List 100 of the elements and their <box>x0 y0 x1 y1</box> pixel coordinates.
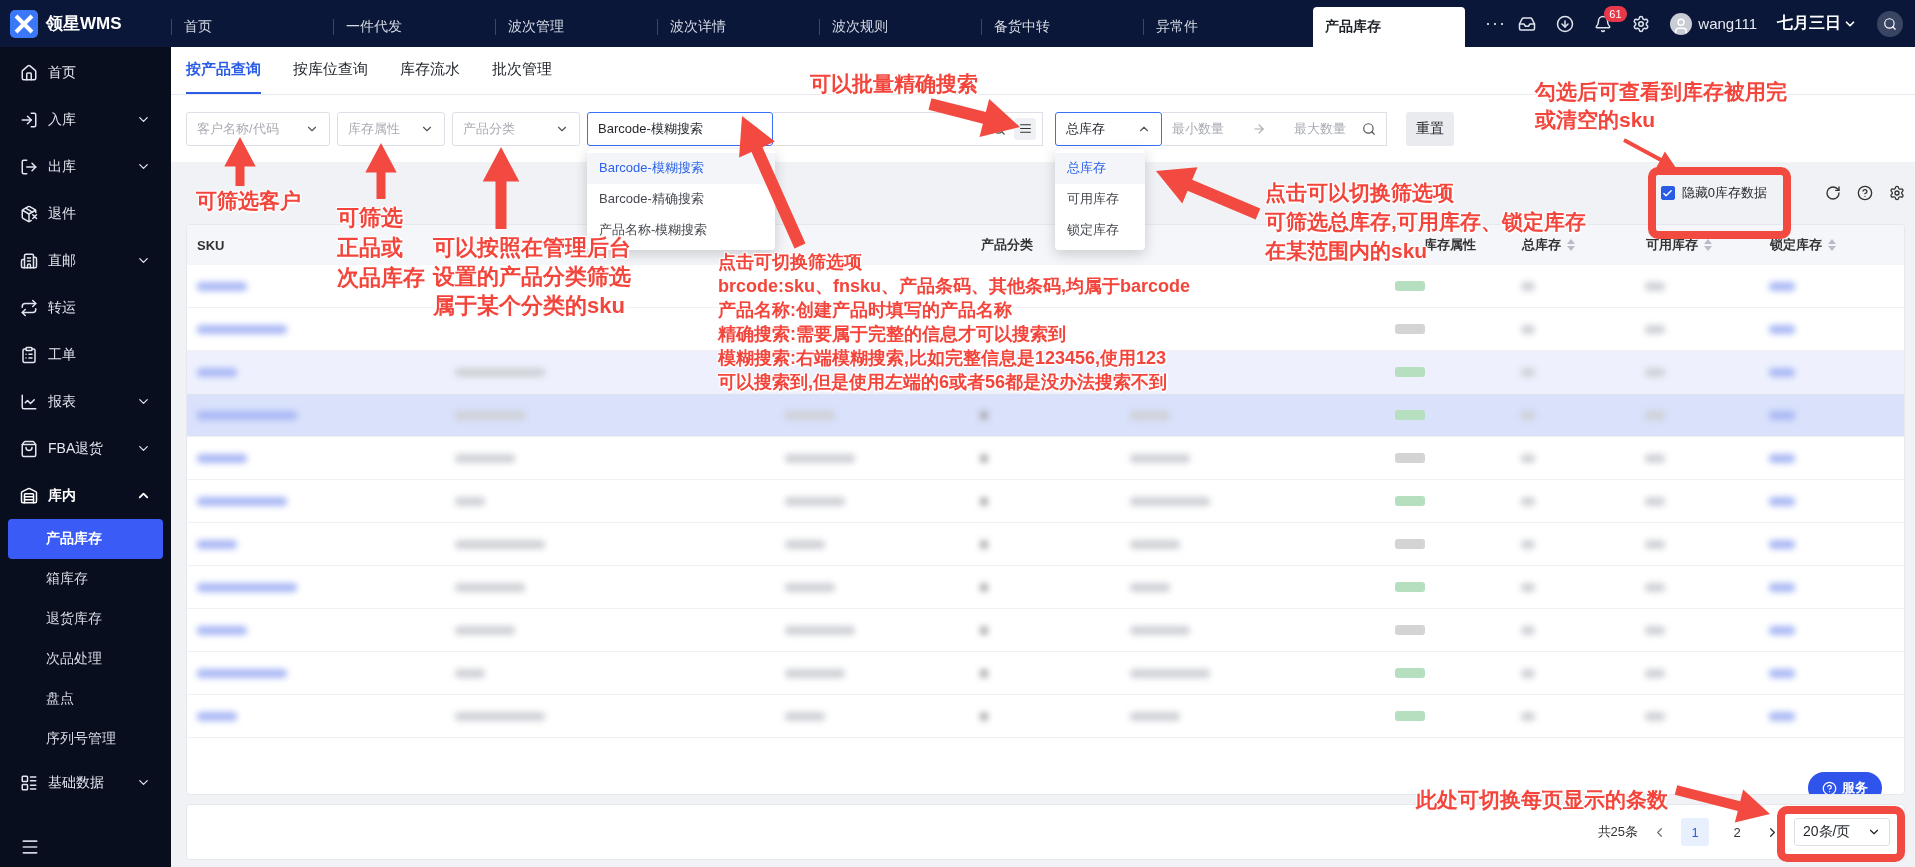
date-menu[interactable]: 七月三日 <box>1777 13 1857 34</box>
list-icon[interactable] <box>1014 117 1036 140</box>
blurred-text <box>455 497 485 506</box>
blurred-text <box>1645 411 1665 420</box>
sidebar-item[interactable]: 首页 <box>0 49 171 96</box>
blurred-text <box>1769 368 1795 377</box>
sidebar-item[interactable]: 直邮 <box>0 237 171 284</box>
inbox-icon[interactable] <box>1518 14 1537 33</box>
blurred-text <box>1130 583 1170 592</box>
sidebar-subitem[interactable]: 盘点 <box>8 679 163 719</box>
annotation-text: 点击可以切换筛选项 <box>1265 180 1454 206</box>
nav-tab[interactable]: 产品库存 <box>1313 7 1465 47</box>
annotation-text: 可筛选 <box>337 204 403 232</box>
sidebar-item[interactable]: 出库 <box>0 143 171 190</box>
blurred-text <box>1769 712 1795 721</box>
page-button[interactable]: 1 <box>1681 818 1709 846</box>
download-icon[interactable] <box>1556 14 1575 33</box>
reset-button[interactable]: 重置 <box>1406 111 1454 146</box>
annotation-text: brcode:sku、fnsku、产品条码、其他条码,均属于barcode <box>718 275 1191 298</box>
sidebar-item[interactable]: 库内 <box>0 472 171 519</box>
sidebar-subitem[interactable]: 序列号管理 <box>8 719 163 759</box>
blurred-text <box>1130 411 1170 420</box>
nav-tab[interactable]: 备货中转 <box>981 19 1143 35</box>
blurred-text <box>1521 669 1535 678</box>
sidebar-item[interactable]: FBA退货 <box>0 425 171 472</box>
repeat-icon <box>20 298 38 317</box>
logo-icon <box>10 9 38 38</box>
blurred-text <box>1769 626 1795 635</box>
help-icon[interactable] <box>1857 185 1873 201</box>
blurred-text <box>197 626 247 635</box>
annotation-text: 可以搜索到,但是使用左端的6或者56都是没办法搜索不到 <box>718 371 1168 394</box>
sidebar-item[interactable]: 退件 <box>0 190 171 237</box>
more-tabs-button[interactable]: ··· <box>1485 13 1506 34</box>
settings-icon[interactable] <box>1889 185 1905 201</box>
blurred-text <box>1130 712 1180 721</box>
sidebar-subitem[interactable]: 退货库存 <box>8 599 163 639</box>
blurred-text <box>1769 454 1795 463</box>
nav-tab[interactable]: 波次详情 <box>657 19 819 35</box>
nav-tab[interactable]: 波次管理 <box>495 19 657 35</box>
annotation-text: 或清空的sku <box>1535 107 1656 133</box>
blurred-text <box>1521 497 1535 506</box>
page-button[interactable]: 2 <box>1723 818 1751 846</box>
annotation-text: 属于某个分类的sku <box>433 292 625 320</box>
blurred-text <box>1645 497 1665 506</box>
menu-icon[interactable] <box>20 837 40 857</box>
nav-tab[interactable]: 波次规则 <box>819 19 981 35</box>
sidebar-item[interactable]: 转运 <box>0 284 171 331</box>
blurred-text <box>197 712 237 721</box>
page-size-select[interactable]: 20条/页 <box>1794 818 1890 846</box>
blurred-text <box>980 712 988 721</box>
sidebar-subitem[interactable]: 箱库存 <box>8 559 163 599</box>
dropdown-option[interactable]: Barcode-模糊搜索 <box>587 152 775 184</box>
dropdown-option[interactable]: 锁定库存 <box>1055 214 1145 246</box>
page-tab[interactable]: 库存流水 <box>400 47 460 94</box>
blurred-text <box>1645 583 1665 592</box>
blurred-text <box>455 454 515 463</box>
blurred-text <box>1645 626 1665 635</box>
blurred-text <box>1645 325 1665 334</box>
refresh-icon[interactable] <box>1825 185 1841 201</box>
nav-tab[interactable]: 异常件 <box>1143 19 1305 35</box>
blurred-text <box>1769 497 1795 506</box>
hide-zero-checkbox[interactable]: 隐藏0库存数据 <box>1660 184 1767 202</box>
avatar-icon <box>1670 12 1693 35</box>
nav-tab[interactable]: 首页 <box>171 19 333 35</box>
search-icon[interactable] <box>1877 10 1903 37</box>
sidebar-item[interactable]: 入库 <box>0 96 171 143</box>
blurred-text <box>1769 540 1795 549</box>
blurred-text <box>1769 411 1795 420</box>
dropdown-option[interactable]: 总库存 <box>1055 152 1145 184</box>
blurred-text <box>455 669 485 678</box>
annotation-text: 精确搜索:需要属于完整的信息才可以搜索到 <box>718 323 1066 346</box>
chart-icon <box>20 392 38 411</box>
annotation-text: 可以批量精确搜索 <box>810 71 978 97</box>
blurred-text <box>980 497 988 506</box>
blurred-text <box>785 583 835 592</box>
user-name[interactable]: wang111 <box>1698 15 1757 32</box>
page-tab[interactable]: 批次管理 <box>492 47 552 94</box>
blurred-text <box>1521 540 1535 549</box>
blurred-text <box>1521 368 1535 377</box>
nav-tab[interactable]: 一件代发 <box>333 19 495 35</box>
blurred-text <box>1645 540 1665 549</box>
blurred-text <box>197 540 237 549</box>
sidebar-item[interactable]: 基础数据 <box>0 759 171 806</box>
service-button[interactable]: 服务 <box>1808 772 1882 794</box>
checkbox-label: 隐藏0库存数据 <box>1681 184 1767 202</box>
sidebar-subitem[interactable]: 次品处理 <box>8 639 163 679</box>
blurred-text <box>980 540 988 549</box>
sidebar-subitem[interactable]: 产品库存 <box>8 519 163 559</box>
dropdown-option[interactable]: 可用库存 <box>1055 183 1145 215</box>
blurred-text <box>785 497 845 506</box>
dropdown-option[interactable]: Barcode-精确搜索 <box>587 183 775 215</box>
house-icon <box>20 63 38 82</box>
column-header: 总库存 <box>1522 236 1561 254</box>
settings-icon[interactable] <box>1632 14 1651 33</box>
blurred-text <box>1769 325 1795 334</box>
page-tab[interactable]: 按库位查询 <box>293 47 368 94</box>
annotation-text: 正品或 <box>337 234 403 262</box>
sidebar-item[interactable]: 工单 <box>0 331 171 378</box>
blurred-text <box>1521 282 1535 291</box>
sidebar-item[interactable]: 报表 <box>0 378 171 425</box>
